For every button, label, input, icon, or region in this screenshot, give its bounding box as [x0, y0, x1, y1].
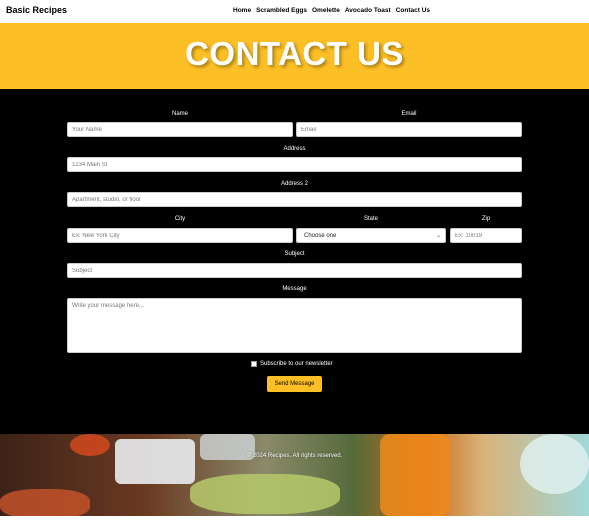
nav-links: Home Scrambled Eggs Omelette Avocado Toa… — [233, 7, 430, 14]
subscribe-checkbox[interactable] — [251, 361, 257, 367]
send-message-button[interactable]: Send Message — [267, 376, 322, 392]
address2-input[interactable] — [67, 192, 522, 207]
address2-label: Address 2 — [280, 181, 308, 187]
site-brand[interactable]: Basic Recipes — [6, 5, 67, 15]
chevron-down-icon: ⌄ — [435, 233, 441, 239]
footer-background-image — [0, 434, 589, 516]
top-navbar: Basic Recipes Home Scrambled Eggs Omelet… — [0, 0, 589, 23]
nav-link-contact-us[interactable]: Contact Us — [396, 7, 430, 14]
nav-link-scrambled-eggs[interactable]: Scrambled Eggs — [256, 7, 307, 14]
contact-form: Name Email Address Address 2 City State … — [0, 89, 589, 434]
state-select-value: Choose one — [304, 233, 337, 239]
nav-link-home[interactable]: Home — [233, 7, 251, 14]
message-label: Message — [282, 286, 307, 292]
zip-input[interactable] — [450, 228, 522, 243]
name-label: Name — [171, 111, 188, 117]
subject-label: Subject — [284, 251, 305, 257]
hero-banner: CONTACT US — [0, 23, 589, 89]
city-input[interactable] — [67, 228, 293, 243]
subscribe-label[interactable]: Subscribe to our newsletter — [260, 361, 333, 367]
address-input[interactable] — [67, 157, 522, 172]
address-label: Address — [283, 146, 306, 152]
message-textarea[interactable] — [67, 298, 522, 353]
nav-link-avocado-toast[interactable]: Avocado Toast — [345, 7, 391, 14]
footer: © 2024 Recipes. All rights reserved. — [0, 434, 589, 516]
page-title: CONTACT US — [185, 35, 404, 72]
name-input[interactable] — [67, 122, 293, 137]
state-label: State — [363, 216, 378, 222]
copyright-text: © 2024 Recipes. All rights reserved. — [246, 453, 343, 459]
subject-input[interactable] — [67, 263, 522, 278]
email-label: Email — [401, 111, 417, 117]
page-bottom-edge — [0, 516, 589, 521]
zip-label: Zip — [481, 216, 491, 222]
state-select[interactable]: Choose one ⌄ — [296, 228, 446, 243]
nav-link-omelette[interactable]: Omelette — [312, 7, 340, 14]
city-label: City — [174, 216, 186, 222]
email-input[interactable] — [296, 122, 522, 137]
subscribe-row: Subscribe to our newsletter — [251, 361, 333, 367]
